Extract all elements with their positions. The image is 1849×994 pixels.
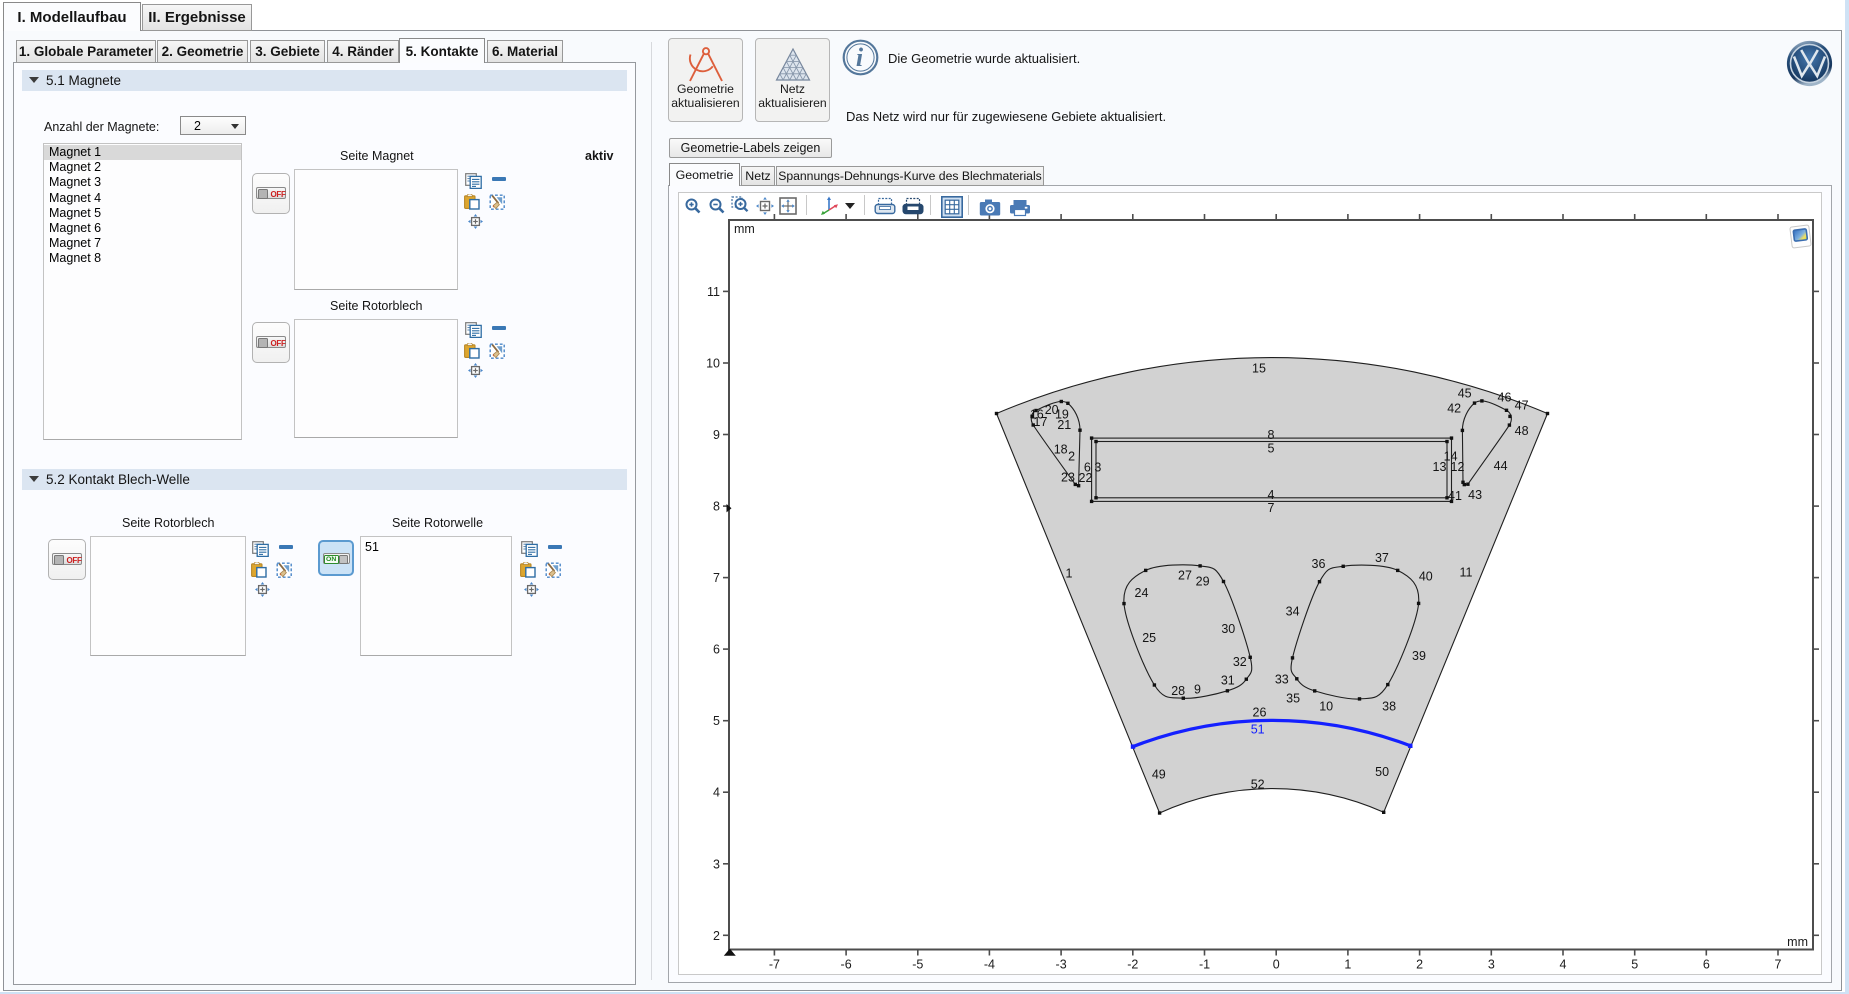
svg-text:5: 5 — [713, 714, 720, 728]
svg-text:3: 3 — [713, 857, 720, 871]
svg-text:1: 1 — [1344, 958, 1351, 972]
svg-text:42: 42 — [1447, 402, 1461, 416]
svg-text:36: 36 — [1312, 557, 1326, 571]
svg-text:2: 2 — [1068, 449, 1075, 463]
svg-text:39: 39 — [1412, 649, 1426, 663]
svg-text:34: 34 — [1286, 605, 1300, 619]
svg-text:47: 47 — [1515, 398, 1529, 412]
svg-text:6: 6 — [1703, 958, 1710, 972]
svg-text:8: 8 — [713, 500, 720, 514]
svg-text:35: 35 — [1286, 692, 1300, 706]
svg-text:9: 9 — [713, 428, 720, 442]
svg-text:-4: -4 — [984, 958, 995, 972]
svg-text:41: 41 — [1448, 489, 1462, 503]
svg-text:32: 32 — [1233, 655, 1247, 669]
svg-text:40: 40 — [1419, 569, 1433, 583]
svg-text:7: 7 — [1775, 958, 1782, 972]
svg-text:21: 21 — [1057, 418, 1071, 432]
svg-text:7: 7 — [713, 571, 720, 585]
svg-text:6: 6 — [713, 643, 720, 657]
svg-text:43: 43 — [1468, 488, 1482, 502]
svg-text:18: 18 — [1054, 443, 1068, 457]
svg-text:38: 38 — [1382, 700, 1396, 714]
svg-text:5: 5 — [1631, 958, 1638, 972]
svg-text:3: 3 — [1094, 461, 1101, 475]
svg-text:mm: mm — [734, 222, 755, 236]
svg-text:8: 8 — [1268, 428, 1275, 442]
svg-text:11: 11 — [1460, 566, 1473, 580]
svg-text:1: 1 — [1066, 567, 1073, 581]
svg-text:4: 4 — [713, 786, 720, 800]
svg-text:2: 2 — [1416, 958, 1423, 972]
svg-text:-2: -2 — [1127, 958, 1138, 972]
svg-text:49: 49 — [1152, 768, 1166, 782]
svg-text:7: 7 — [1268, 501, 1275, 515]
svg-text:5: 5 — [1268, 442, 1275, 456]
svg-text:-5: -5 — [912, 958, 923, 972]
svg-text:26: 26 — [1253, 706, 1267, 720]
svg-text:4: 4 — [1560, 958, 1567, 972]
svg-text:45: 45 — [1458, 387, 1472, 401]
svg-text:29: 29 — [1196, 574, 1210, 588]
svg-text:i: i — [856, 43, 864, 72]
svg-text:10: 10 — [1319, 700, 1333, 714]
svg-text:25: 25 — [1142, 631, 1156, 645]
svg-text:23: 23 — [1061, 470, 1075, 484]
svg-text:51: 51 — [1251, 723, 1265, 737]
svg-text:44: 44 — [1494, 459, 1508, 473]
svg-text:0: 0 — [1273, 958, 1280, 972]
svg-text:-6: -6 — [841, 958, 852, 972]
svg-text:-1: -1 — [1199, 958, 1210, 972]
svg-text:mm: mm — [1787, 935, 1808, 949]
svg-text:3: 3 — [1488, 958, 1495, 972]
svg-text:37: 37 — [1375, 551, 1389, 565]
svg-text:31: 31 — [1221, 674, 1235, 688]
svg-text:22: 22 — [1079, 471, 1093, 485]
svg-text:-3: -3 — [1056, 958, 1067, 972]
svg-text:27: 27 — [1178, 569, 1192, 583]
svg-text:12: 12 — [1451, 460, 1465, 474]
svg-text:28: 28 — [1171, 684, 1185, 698]
svg-text:30: 30 — [1221, 622, 1235, 636]
svg-text:10: 10 — [706, 357, 720, 371]
svg-text:46: 46 — [1498, 391, 1512, 405]
svg-text:15: 15 — [1252, 362, 1266, 376]
svg-text:52: 52 — [1251, 778, 1265, 792]
svg-text:11: 11 — [707, 285, 720, 299]
svg-text:50: 50 — [1375, 765, 1389, 779]
svg-text:2: 2 — [713, 929, 720, 943]
svg-text:9: 9 — [1194, 683, 1201, 697]
svg-text:48: 48 — [1515, 424, 1529, 438]
svg-text:13: 13 — [1433, 460, 1447, 474]
svg-text:33: 33 — [1275, 673, 1289, 687]
svg-text:17: 17 — [1034, 415, 1048, 429]
svg-text:24: 24 — [1135, 586, 1149, 600]
svg-text:-7: -7 — [769, 958, 780, 972]
